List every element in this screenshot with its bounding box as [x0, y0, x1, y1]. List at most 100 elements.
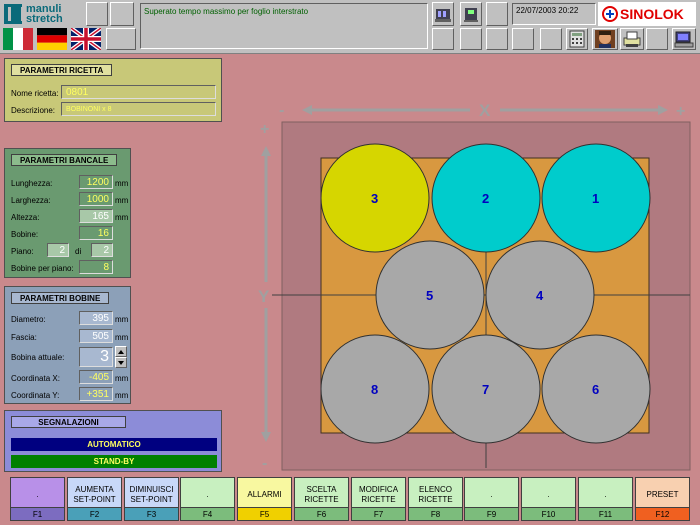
function-key-f11[interactable]: . F11 [578, 477, 633, 521]
function-key-number: F9 [465, 507, 518, 520]
operator-button[interactable] [592, 28, 618, 50]
bobbin-number-label: 5 [426, 288, 433, 303]
bobbin-number-label: 7 [482, 382, 489, 397]
recipe-parameters-panel: PARAMETRI RICETTA Nome ricetta: 0801 Des… [4, 58, 222, 122]
function-key-f8[interactable]: ELENCO RICETTE F8 [408, 477, 463, 521]
top-toolbar: manuli stretch Superato tempo massimo pe… [0, 0, 700, 54]
pallet-height-label: Altezza: [11, 213, 40, 222]
pallet-width-field[interactable]: 1000 [79, 192, 113, 206]
bobbin-diameter-label: Diametro: [11, 315, 46, 324]
function-key-label: PRESET [646, 490, 679, 499]
bobbin-number-label: 3 [371, 191, 378, 206]
toolbar-empty-button-4[interactable] [486, 2, 508, 26]
toolbar-empty-button-8[interactable] [512, 28, 534, 50]
function-key-f6[interactable]: SCELTA RICETTE F6 [294, 477, 349, 521]
recipe-name-field[interactable]: 0801 [61, 85, 216, 99]
signals-panel: SEGNALAZIONI AUTOMATICO STAND-BY [4, 410, 222, 472]
machine-status-button-1[interactable] [432, 2, 454, 26]
coord-x-unit: mm [115, 374, 129, 383]
function-key-label: AUMENTA SET-POINT [73, 485, 116, 504]
x-axis-label: X [479, 101, 491, 120]
toolbar-empty-button-9[interactable] [540, 28, 562, 50]
function-key-number: F5 [238, 507, 291, 520]
pallet-layer-of-label: di [75, 247, 82, 256]
x-minus-label: - [279, 102, 284, 119]
toolbar-empty-button-1[interactable] [86, 2, 108, 26]
function-key-number: F7 [352, 507, 405, 520]
function-key-label: . [36, 490, 39, 499]
function-key-label: SCELTA RICETTE [304, 485, 339, 504]
computer-exit-icon [674, 31, 694, 48]
print-button[interactable] [620, 28, 644, 50]
pallet-layer-field[interactable]: 2 [47, 243, 69, 257]
pallet-bobbins-label: Bobine: [11, 230, 39, 239]
coord-y-field: +351 [79, 387, 113, 401]
coord-x-field: -405 [79, 370, 113, 384]
toolbar-empty-button-2[interactable] [110, 2, 134, 26]
function-key-label: MODIFICA RICETTE [358, 485, 399, 504]
printer-icon [623, 31, 641, 47]
function-key-f4[interactable]: . F4 [180, 477, 235, 521]
toolbar-empty-button-6[interactable] [460, 28, 482, 50]
pallet-length-field[interactable]: 1200 [79, 175, 113, 189]
sinolok-logo: SINOLOK [598, 2, 696, 26]
pallet-bobbins-field: 16 [79, 226, 113, 240]
bobbins-per-layer-field: 8 [79, 260, 113, 274]
function-key-f5[interactable]: ALLARMI F5 [237, 477, 292, 521]
machine-status-button-2[interactable] [460, 2, 482, 26]
function-key-number: F8 [409, 507, 462, 520]
pallet-layout-view: X - + Y + - 3 2 1 5 4 8 7 6 [258, 101, 691, 472]
bobbin-up-button[interactable] [115, 346, 127, 357]
bobbin-diameter-field[interactable]: 395 [79, 311, 113, 325]
machine-icon [435, 9, 451, 22]
function-key-label: . [490, 490, 493, 499]
function-key-number: F12 [636, 507, 689, 520]
bobbin-number-label: 6 [592, 382, 599, 397]
date-time-display: 22/07/2003 20:22 [512, 3, 596, 25]
function-key-f10[interactable]: . F10 [521, 477, 576, 521]
italian-flag-icon[interactable] [3, 28, 33, 50]
toolbar-empty-button-3[interactable] [106, 28, 136, 50]
y-plus-label: + [260, 121, 269, 138]
function-key-label: ALLARMI [247, 490, 282, 499]
pallet-length-unit: mm [115, 179, 129, 188]
german-flag-icon[interactable] [37, 28, 67, 50]
recipe-description-field[interactable]: BOBINONI x 8 [61, 102, 216, 116]
date-time-text: 22/07/2003 20:22 [516, 6, 579, 15]
function-key-number: F6 [295, 507, 348, 520]
coord-y-unit: mm [115, 391, 129, 400]
function-key-number: F4 [181, 507, 234, 520]
function-key-label: . [547, 490, 550, 499]
recipe-description-label: Descrizione: [11, 106, 56, 115]
bobbin-down-button[interactable] [115, 357, 127, 368]
bobbin-number-label: 4 [536, 288, 544, 303]
function-key-label: . [604, 490, 607, 499]
message-display: Superato tempo massimo per foglio inters… [140, 3, 428, 49]
function-key-f7[interactable]: MODIFICA RICETTE F7 [351, 477, 406, 521]
toolbar-empty-button-5[interactable] [432, 28, 454, 50]
arrow-down-icon [118, 361, 124, 365]
calculator-button[interactable] [566, 28, 588, 50]
machine-arm-icon [464, 8, 478, 22]
function-key-f1[interactable]: . F1 [10, 477, 65, 521]
pallet-panel-title: PARAMETRI BANCALE [11, 154, 118, 166]
bobbin-panel-title: PARAMETRI BOBINE [11, 292, 110, 304]
mode-indicator: AUTOMATICO [11, 438, 217, 451]
function-key-f9[interactable]: . F9 [464, 477, 519, 521]
toolbar-empty-button-10[interactable] [646, 28, 668, 50]
function-key-f2[interactable]: AUMENTA SET-POINT F2 [67, 477, 122, 521]
exit-button[interactable] [672, 28, 696, 50]
bobbin-band-field[interactable]: 505 [79, 329, 113, 343]
current-bobbin-field[interactable]: 3 [79, 347, 113, 367]
coord-y-label: Coordinata Y: [11, 391, 60, 400]
pallet-layer-label: Piano: [11, 247, 34, 256]
x-plus-label: + [676, 103, 685, 120]
function-key-f12[interactable]: PRESET F12 [635, 477, 690, 521]
bobbin-parameters-panel: PARAMETRI BOBINE Diametro: 395 mm Fascia… [4, 286, 131, 404]
toolbar-empty-button-7[interactable] [486, 28, 508, 50]
current-bobbin-label: Bobina attuale: [11, 353, 65, 362]
pallet-height-field[interactable]: 165 [79, 209, 113, 223]
function-key-f3[interactable]: DIMINUISCI SET-POINT F3 [124, 477, 179, 521]
uk-flag-icon[interactable] [69, 26, 103, 52]
bobbin-number-label: 2 [482, 191, 489, 206]
